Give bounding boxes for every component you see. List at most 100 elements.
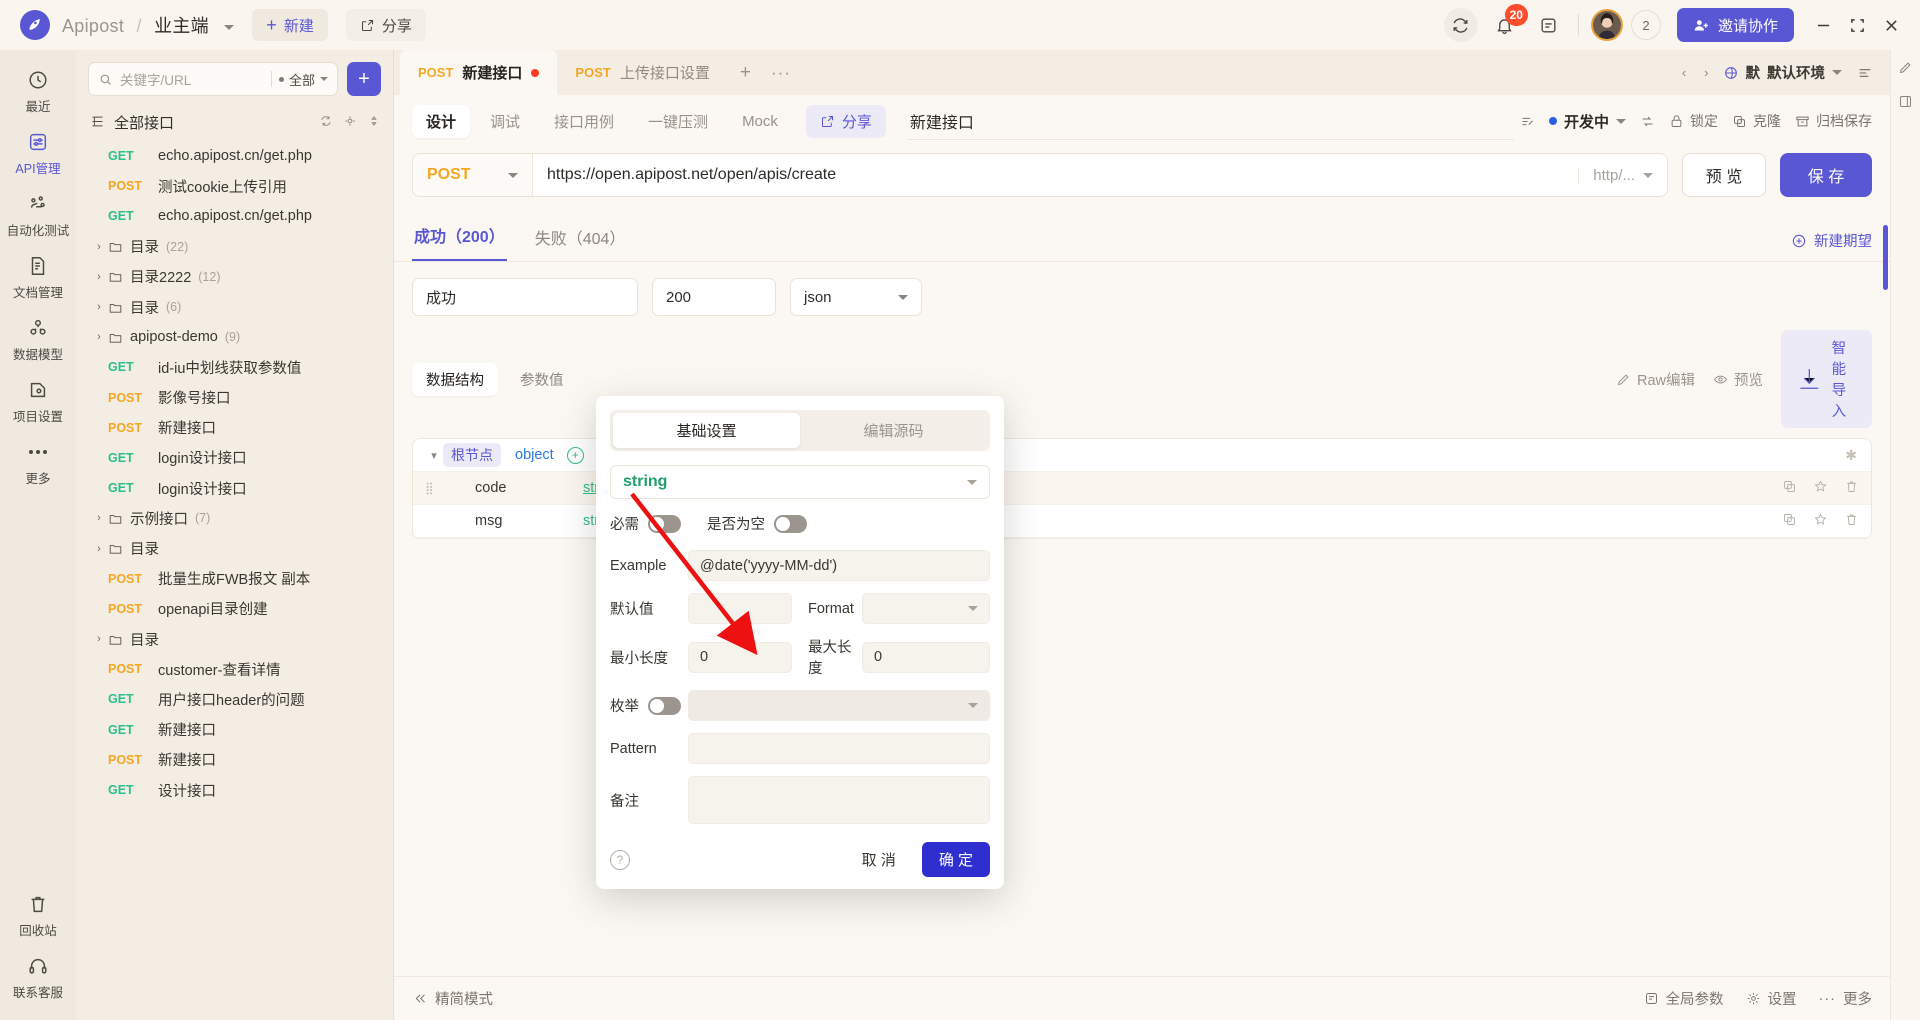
sync-button[interactable] <box>1443 8 1478 42</box>
refresh-icon[interactable] <box>319 114 333 131</box>
toggle-switch[interactable] <box>648 514 681 533</box>
field-type-select[interactable]: string <box>610 465 990 499</box>
avatar[interactable] <box>1590 9 1623 41</box>
tab-parameter-values[interactable]: 参数值 <box>506 363 578 396</box>
field-name[interactable]: code <box>475 480 569 496</box>
star-icon[interactable] <box>1813 479 1828 498</box>
tab-more-button[interactable]: ··· <box>763 50 799 95</box>
save-button[interactable]: 保 存 <box>1780 153 1872 197</box>
api-name-input[interactable]: 新建接口 <box>907 103 1514 140</box>
list-item[interactable]: › 目录 <box>76 533 393 563</box>
list-item[interactable]: GET id-iu中划线获取参数值 <box>76 352 393 382</box>
rail-item-recycle-bin[interactable]: 回收站 <box>3 884 73 946</box>
maximize-button[interactable] <box>1842 10 1872 40</box>
response-format-select[interactable]: json <box>790 278 922 316</box>
list-item[interactable]: › 示例接口 (7) <box>76 503 393 533</box>
list-item[interactable]: › 目录2222 (12) <box>76 262 393 292</box>
list-item[interactable]: GET 新建接口 <box>76 715 393 745</box>
chevron-down-icon[interactable]: ▾ <box>425 449 443 462</box>
url-input[interactable]: https://open.apipost.net/open/apis/creat… <box>533 166 1578 184</box>
nullable-toggle[interactable]: 是否为空 <box>707 513 807 534</box>
copy-icon[interactable] <box>1782 512 1797 531</box>
tab-design[interactable]: 设计 <box>412 104 471 138</box>
default-value-input[interactable] <box>688 593 792 624</box>
notes-button[interactable] <box>1532 8 1566 42</box>
protocol-select[interactable]: http/... <box>1578 166 1667 184</box>
rail-item-more[interactable]: 更多 <box>3 432 73 494</box>
chevron-right-icon[interactable]: › <box>90 543 108 555</box>
lock-button[interactable]: 锁定 <box>1669 111 1718 131</box>
tab-response-success[interactable]: 成功（200） <box>412 213 507 261</box>
format-select[interactable] <box>862 593 990 624</box>
list-item[interactable]: GET echo.apipost.cn/get.php <box>76 141 393 171</box>
root-node-type[interactable]: object <box>515 447 554 463</box>
target-icon[interactable] <box>343 114 357 131</box>
rail-item-project-settings[interactable]: 项目设置 <box>3 370 73 432</box>
smart-import-button[interactable]: 智能导入 <box>1781 330 1872 428</box>
chevron-right-icon[interactable]: › <box>90 271 108 283</box>
scroll-tabs-right-icon[interactable]: › <box>1700 65 1712 80</box>
list-item[interactable]: GET 用户接口header的问题 <box>76 684 393 714</box>
list-item[interactable]: POST 测试cookie上传引用 <box>76 171 393 201</box>
environment-settings-button[interactable] <box>1852 60 1878 86</box>
copy-icon[interactable] <box>1782 479 1797 498</box>
tab-stress-test[interactable]: 一键压测 <box>634 105 722 138</box>
pattern-input[interactable] <box>688 733 990 764</box>
search-input[interactable]: 关键字/URL 全部 <box>88 62 338 96</box>
add-api-button[interactable]: + <box>347 62 381 96</box>
tab-data-structure[interactable]: 数据结构 <box>412 362 498 396</box>
rail-item-api-management[interactable]: API管理 <box>3 122 73 184</box>
project-name[interactable]: 业主端 <box>154 16 209 36</box>
simple-mode-button[interactable]: 精简模式 <box>412 988 493 1009</box>
sort-icon[interactable] <box>367 114 381 131</box>
environment-selector[interactable]: 默 默认环境 <box>1723 62 1842 83</box>
add-tab-button[interactable]: + <box>728 50 763 95</box>
search-filter[interactable]: 全部 <box>278 70 328 89</box>
minimize-button[interactable] <box>1808 10 1838 40</box>
edit-description-button[interactable] <box>1520 114 1535 129</box>
drag-handle-icon[interactable]: ⣿ <box>425 481 439 495</box>
remark-textarea[interactable] <box>688 776 990 824</box>
invite-button[interactable]: 邀请协作 <box>1676 8 1794 42</box>
enum-select[interactable] <box>688 690 990 721</box>
list-item[interactable]: › 目录 (6) <box>76 292 393 322</box>
toggle-switch[interactable] <box>648 696 681 715</box>
rail-item-data-model[interactable]: 数据模型 <box>3 308 73 370</box>
star-icon[interactable] <box>1813 512 1828 531</box>
list-item[interactable]: POST 批量生成FWB报文 副本 <box>76 564 393 594</box>
delete-icon[interactable] <box>1844 512 1859 531</box>
archive-save-button[interactable]: 归档保存 <box>1795 111 1872 131</box>
panel-icon[interactable] <box>1898 94 1913 112</box>
preview-structure-button[interactable]: 预览 <box>1713 369 1763 390</box>
tab-debug[interactable]: 调试 <box>476 105 534 138</box>
notifications-button[interactable]: 20 <box>1488 4 1528 42</box>
tab-response-failure[interactable]: 失败（404） <box>533 215 628 261</box>
list-item[interactable]: POST 新建接口 <box>76 413 393 443</box>
list-item[interactable]: POST 影像号接口 <box>76 383 393 413</box>
help-icon[interactable]: ? <box>610 849 630 870</box>
add-field-icon[interactable]: + <box>566 446 584 464</box>
tab-basic-settings[interactable]: 基础设置 <box>613 413 800 448</box>
toggle-switch[interactable] <box>774 514 807 533</box>
list-item[interactable]: GET login设计接口 <box>76 443 393 473</box>
list-item[interactable]: › 目录 (22) <box>76 232 393 262</box>
clone-button[interactable]: 克隆 <box>1732 111 1781 131</box>
list-item[interactable]: POST customer-查看详情 <box>76 654 393 684</box>
vertical-scrollbar[interactable] <box>1883 225 1888 290</box>
example-input[interactable]: @date('yyyy-MM-dd') <box>688 550 990 581</box>
close-button[interactable] <box>1876 10 1906 40</box>
global-params-button[interactable]: 全局参数 <box>1644 988 1724 1009</box>
tab-edit-source[interactable]: 编辑源码 <box>800 413 987 448</box>
response-code-input[interactable]: 200 <box>652 278 776 316</box>
rail-item-support[interactable]: 联系客服 <box>3 946 73 1008</box>
cancel-button[interactable]: 取 消 <box>846 842 912 877</box>
list-item[interactable]: GET login设计接口 <box>76 473 393 503</box>
member-count[interactable]: 2 <box>1630 10 1661 40</box>
list-item[interactable]: POST 新建接口 <box>76 745 393 775</box>
chevron-right-icon[interactable]: › <box>90 331 108 343</box>
list-item[interactable]: GET echo.apipost.cn/get.php <box>76 201 393 231</box>
chevron-right-icon[interactable]: › <box>90 241 108 253</box>
move-button[interactable] <box>1640 114 1655 129</box>
tab-new-api[interactable]: POST 新建接口 <box>400 50 558 95</box>
rail-item-automation-test[interactable]: 自动化测试 <box>3 184 73 246</box>
